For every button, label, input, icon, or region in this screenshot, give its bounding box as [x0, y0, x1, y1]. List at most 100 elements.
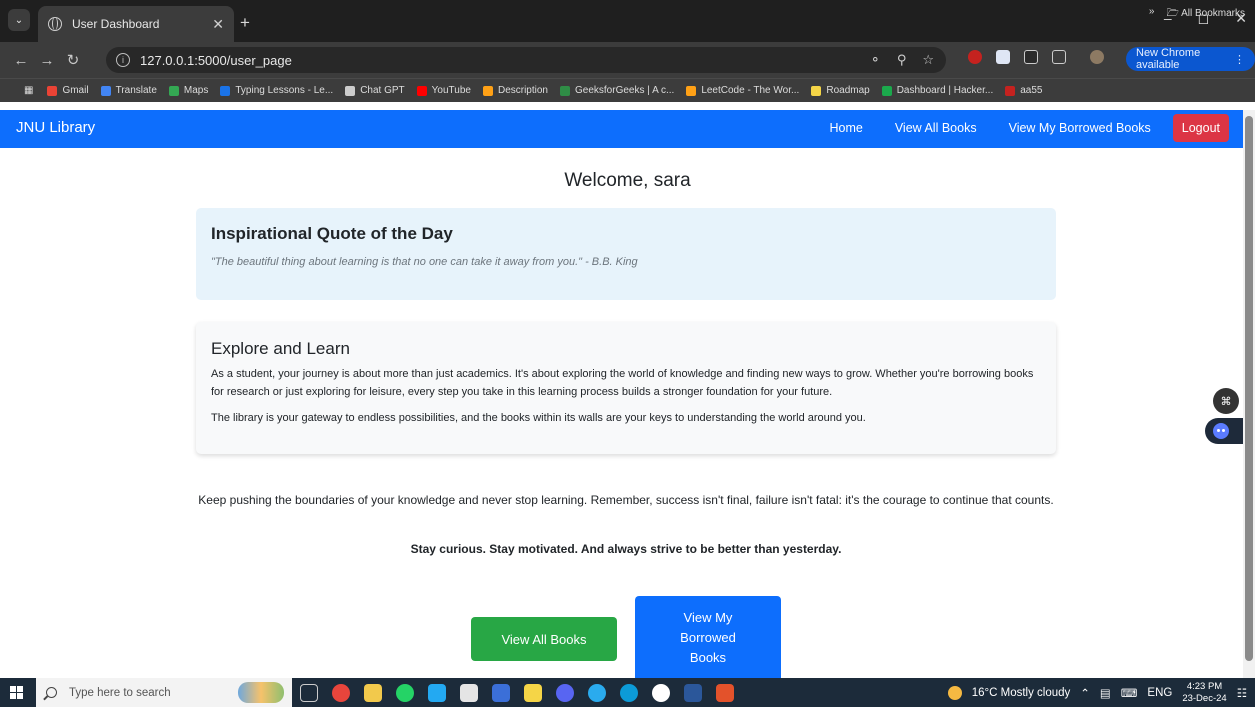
profile-avatar[interactable] [1090, 50, 1104, 64]
file-explorer-icon[interactable] [364, 684, 382, 702]
notion-icon[interactable] [1024, 50, 1038, 64]
welcome-heading: Welcome, sara [564, 170, 691, 191]
tray-chevron-icon[interactable]: ⌃ [1080, 686, 1090, 700]
bookmark-item[interactable]: Gmail [47, 85, 89, 96]
extensions-puzzle-icon[interactable] [1052, 50, 1066, 64]
browser-tab-bar: ⌄ User Dashboard ✕ + – ◻ ✕ [0, 0, 1255, 42]
bookmark-label: Description [497, 85, 548, 96]
bookmark-label: YouTube [431, 85, 471, 96]
all-bookmarks[interactable]: 🗁 All Bookmarks [1166, 6, 1245, 23]
bookmark-favicon-icon [482, 85, 493, 96]
new-chrome-available-button[interactable]: New Chrome available ⋮ [1126, 47, 1255, 71]
address-bar[interactable]: i 127.0.0.1:5000/user_page ⚬ ⚲ ☆ [106, 47, 946, 73]
bookmark-favicon-icon [560, 85, 570, 96]
new-tab-icon[interactable]: + [240, 13, 250, 33]
brand[interactable]: JNU Library [16, 119, 95, 136]
logout-button[interactable]: Logout [1172, 114, 1229, 142]
bookmark-item[interactable]: Maps [168, 85, 209, 96]
bookmark-label: LeetCode - The Wor... [701, 85, 800, 96]
weather-widget-icon [238, 682, 284, 703]
language[interactable]: ENG [1147, 687, 1172, 699]
nav-home[interactable]: Home [829, 121, 862, 135]
bookmark-star-icon[interactable]: ☆ [922, 52, 934, 68]
bookmark-item[interactable]: LeetCode - The Wor... [686, 85, 799, 96]
bookmark-favicon-icon [47, 85, 58, 96]
password-key-icon[interactable]: ⚬ [870, 52, 881, 68]
bookmarks-right: » 🗁 All Bookmarks [1149, 6, 1245, 23]
bookmark-item[interactable]: Typing Lessons - Le... [220, 85, 333, 96]
bookmark-item[interactable]: GeeksforGeeks | A c... [560, 85, 674, 96]
app-icon[interactable] [492, 684, 510, 702]
bookmark-label: Translate [115, 85, 157, 96]
extension-icons [968, 50, 1104, 64]
bookmark-item[interactable]: Roadmap [811, 85, 870, 96]
zoom-icon[interactable]: ⚲ [897, 52, 907, 68]
bookmark-favicon-icon [881, 85, 892, 96]
url-text: 127.0.0.1:5000/user_page [140, 52, 292, 68]
floating-assistant-icon[interactable] [1205, 418, 1243, 444]
word-icon[interactable] [684, 684, 702, 702]
bookmark-item[interactable]: Chat GPT [345, 85, 405, 96]
taskbar-search[interactable]: Type here to search [36, 678, 292, 707]
bookmark-item[interactable]: Description [482, 85, 548, 96]
taskbar-search-placeholder: Type here to search [69, 686, 171, 699]
navbar: JNU Library Home View All Books View My … [0, 110, 1243, 148]
clock[interactable]: 4:23 PM 23-Dec-24 [1182, 681, 1226, 705]
chrome-icon[interactable] [332, 684, 350, 702]
bookmark-favicon-icon [220, 85, 231, 96]
app-circle-icon[interactable] [652, 684, 670, 702]
bookmark-favicon-icon [1005, 85, 1016, 96]
bookmark-favicon-icon [100, 85, 111, 96]
back-icon[interactable]: ← [8, 52, 34, 69]
paint-icon[interactable] [524, 684, 542, 702]
explore-title: Explore and Learn [211, 339, 350, 358]
nav-view-all-books[interactable]: View All Books [895, 121, 977, 135]
apps-icon[interactable]: ▦ [24, 85, 33, 96]
browser-tab[interactable]: User Dashboard ✕ [38, 6, 234, 42]
reload-icon[interactable]: ↻ [60, 51, 86, 69]
telegram-icon[interactable] [588, 684, 606, 702]
tab-search-icon[interactable]: ⌄ [8, 9, 30, 31]
bookmark-favicon-icon [811, 85, 822, 96]
view-all-books-button[interactable]: View All Books [471, 617, 617, 661]
explore-paragraph-2: The library is your gateway to endless p… [211, 412, 866, 424]
nav-view-borrowed-books[interactable]: View My Borrowed Books [1009, 121, 1151, 135]
close-icon[interactable]: ✕ [212, 16, 224, 33]
whatsapp-icon[interactable] [396, 684, 414, 702]
bookmark-label: Roadmap [826, 85, 870, 96]
system-tray: 16°C Mostly cloudy ⌃ ▤ ⌨ ENG 4:23 PM 23-D… [947, 678, 1247, 707]
ublock-icon[interactable] [968, 50, 982, 64]
view-borrowed-books-button[interactable]: View My Borrowed Books [635, 596, 781, 678]
discord-icon[interactable] [556, 684, 574, 702]
search-icon [46, 687, 57, 698]
motivation-bold-text: Stay curious. Stay motivated. And always… [410, 542, 842, 556]
bookmark-item[interactable]: Translate [100, 85, 157, 96]
bookmark-item[interactable]: Dashboard | Hacker... [881, 85, 994, 96]
edge-icon[interactable] [620, 684, 638, 702]
scrollbar-thumb[interactable] [1245, 116, 1253, 661]
site-info-icon[interactable]: i [116, 53, 130, 67]
extension-b-icon[interactable] [996, 50, 1010, 64]
task-view-icon[interactable] [300, 684, 318, 702]
more-bookmarks-icon[interactable]: » [1149, 6, 1155, 23]
bookmark-item[interactable]: YouTube [416, 85, 471, 96]
weather-icon [947, 685, 962, 700]
quote-text: "The beautiful thing about learning is t… [211, 256, 638, 268]
floating-apps-icon[interactable]: ⌘ [1213, 388, 1239, 414]
windows-start-icon[interactable] [10, 686, 23, 699]
network-icon[interactable]: ▤ [1100, 686, 1111, 700]
bookmark-label: Dashboard | Hacker... [896, 85, 994, 96]
page-scrollbar[interactable] [1243, 110, 1255, 678]
weather-text[interactable]: 16°C Mostly cloudy [972, 687, 1071, 699]
vscode-icon[interactable] [428, 684, 446, 702]
bookmark-label: Typing Lessons - Le... [235, 85, 334, 96]
bookmark-label: Maps [183, 85, 209, 96]
keyboard-icon[interactable]: ⌨ [1121, 686, 1138, 700]
calendar-icon[interactable] [460, 684, 478, 702]
taskbar-app-icons [300, 684, 734, 702]
bookmark-item[interactable]: aa55 [1005, 85, 1043, 96]
notification-icon[interactable]: ☷ [1237, 686, 1247, 700]
forward-icon[interactable]: → [34, 52, 60, 69]
tab-title: User Dashboard [72, 17, 160, 31]
app-x-icon[interactable] [716, 684, 734, 702]
